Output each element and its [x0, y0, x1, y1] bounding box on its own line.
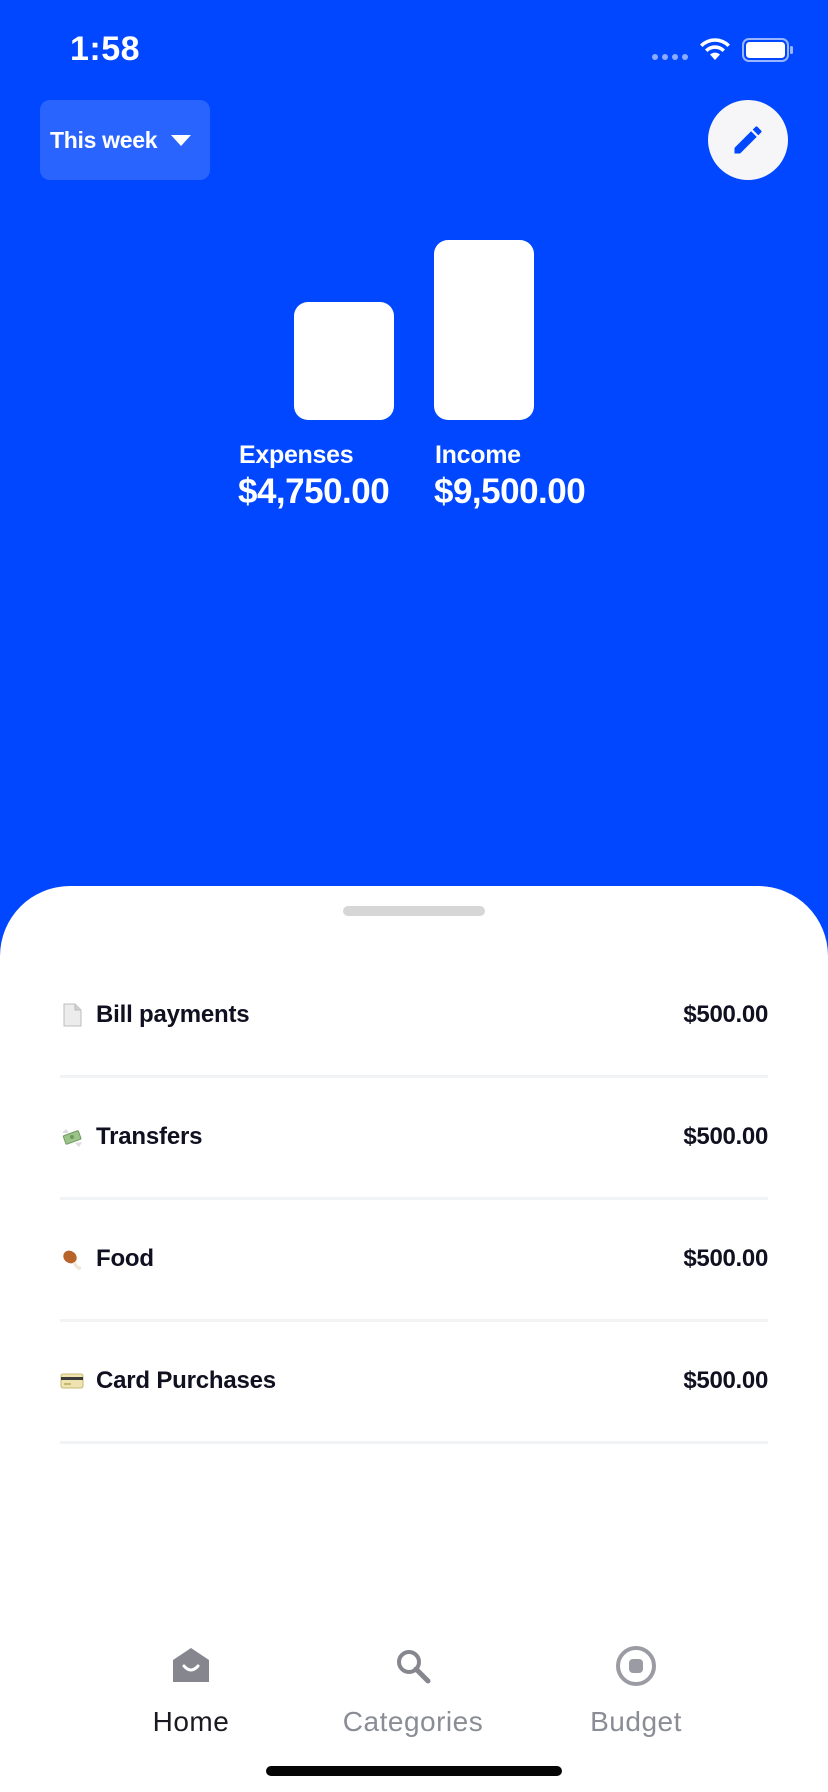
tab-label: Categories — [342, 1706, 484, 1737]
money-with-wings-icon — [60, 1125, 84, 1149]
category-row-card-purchases[interactable]: Card Purchases $500.00 — [60, 1322, 768, 1444]
expenses-bar — [294, 302, 394, 420]
category-row-transfers[interactable]: Transfers $500.00 — [60, 1078, 768, 1200]
category-row-food[interactable]: Food $500.00 — [60, 1200, 768, 1322]
tab-label: Home — [152, 1706, 230, 1737]
category-name: Transfers — [96, 1122, 203, 1150]
category-name: Food — [96, 1244, 154, 1272]
tab-label: Budget — [590, 1706, 682, 1737]
category-name: Card Purchases — [96, 1366, 276, 1394]
home-indicator — [266, 1766, 562, 1776]
budget-icon — [614, 1642, 658, 1690]
page-facing-up-icon — [60, 1003, 84, 1027]
category-amount: $500.00 — [683, 1244, 768, 1272]
expenses-label: Expenses — [239, 441, 354, 469]
category-row-bill-payments[interactable]: Bill payments $500.00 — [60, 956, 768, 1078]
credit-card-icon — [60, 1369, 84, 1393]
category-list: Bill payments $500.00 Transfers $500.00 — [60, 956, 768, 1444]
search-icon — [393, 1642, 433, 1690]
income-bar — [434, 240, 534, 420]
tab-categories[interactable]: Categories — [303, 1620, 523, 1750]
category-amount: $500.00 — [683, 1366, 768, 1394]
expenses-amount: $4,750.00 — [238, 472, 390, 511]
tab-bar: Home Categories Budget — [0, 1620, 828, 1760]
tab-home[interactable]: Home — [81, 1620, 301, 1750]
category-amount: $500.00 — [683, 1122, 768, 1150]
drag-handle[interactable] — [343, 906, 485, 916]
income-label: Income — [435, 441, 521, 469]
tab-budget[interactable]: Budget — [526, 1620, 746, 1750]
summary-chart — [294, 240, 534, 420]
income-amount: $9,500.00 — [434, 472, 586, 511]
poultry-leg-icon — [60, 1247, 84, 1271]
home-icon — [171, 1642, 211, 1690]
category-name: Bill payments — [96, 1000, 250, 1028]
category-amount: $500.00 — [683, 1000, 768, 1028]
